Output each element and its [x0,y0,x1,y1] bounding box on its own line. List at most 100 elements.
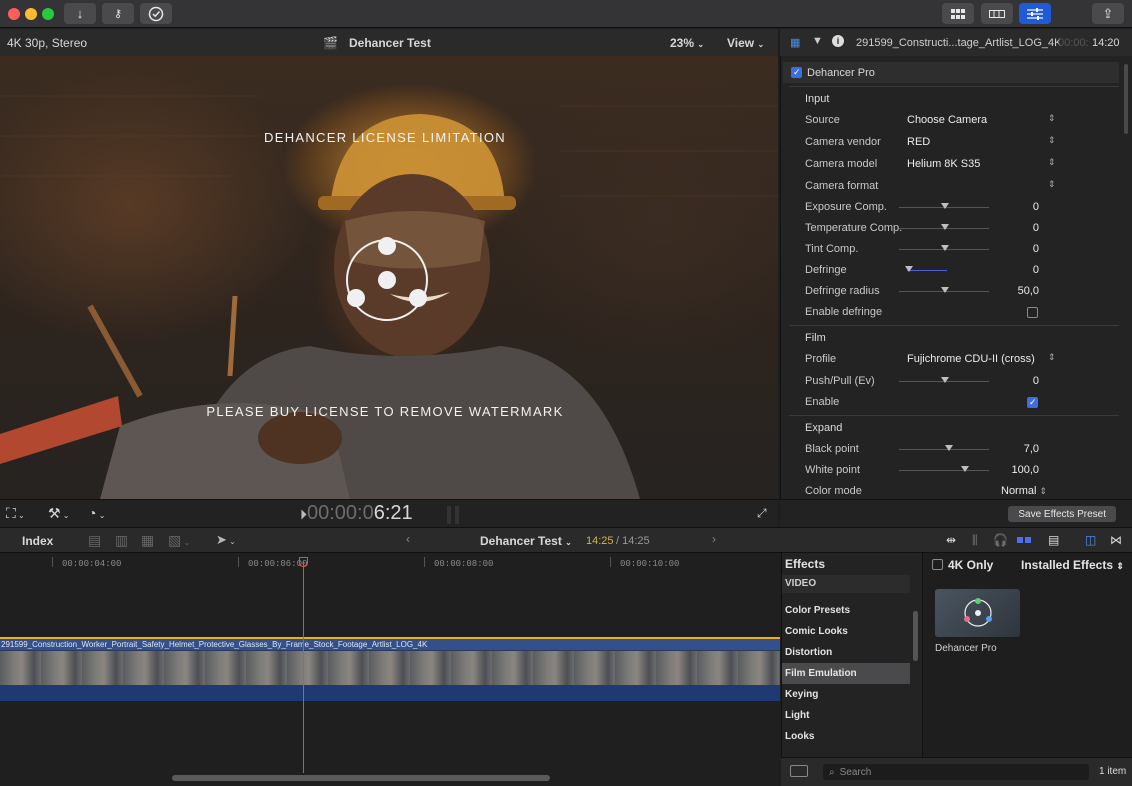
slider-knob[interactable] [945,445,953,451]
tint-value[interactable]: 0 [979,243,1039,255]
slider-knob[interactable] [905,266,913,272]
video-viewer[interactable]: DEHANCER LICENSE LIMITATION PLEASE BUY L… [0,56,778,499]
vendor-select[interactable]: RED [907,136,930,148]
4k-only-checkbox[interactable] [932,559,943,570]
effects-search-field[interactable]: ⌕ Search [823,764,1089,780]
audio-skimming-icon[interactable]: ⫼ [972,533,978,548]
effects-category-item[interactable]: Looks [782,726,910,747]
effects-category-item[interactable]: Light [782,705,910,726]
film-enable-checkbox[interactable] [1027,397,1038,408]
transform-tool-button[interactable]: ⛶ ⌄ [6,505,25,522]
connect-clip-icon[interactable]: ▤ [88,532,101,549]
effects-category-item[interactable]: Keying [782,684,910,705]
headphones-icon[interactable]: 🎧 [993,533,1008,547]
timeline-scrollbar[interactable] [172,775,550,781]
defringe-value[interactable]: 0 [979,264,1039,276]
slider-knob[interactable] [941,287,949,293]
timeline-project-dropdown[interactable]: Dehancer Test ⌄ [480,534,572,548]
exposure-slider[interactable] [899,203,989,209]
insert-clip-icon[interactable]: ▥ [115,532,128,549]
exposure-value[interactable]: 0 [979,201,1039,213]
temperature-value[interactable]: 0 [979,222,1039,234]
info-inspector-tab-icon[interactable]: i [832,35,844,47]
fullscreen-icon[interactable]: ⤢ [757,506,767,521]
zoom-dropdown[interactable]: 23% ⌄ [670,36,704,50]
solo-icon[interactable] [1017,537,1032,543]
enhance-tool-button[interactable]: ⚒ ⌄ [48,505,70,522]
source-updown-icon[interactable]: ⇕ [1048,113,1056,124]
model-updown-icon[interactable]: ⇕ [1048,157,1056,168]
installed-effects-dropdown[interactable]: Installed Effects ⇕ [1021,558,1124,572]
inspector-scrollbar[interactable] [1124,64,1128,134]
timeline[interactable]: 00:00:04:00 00:00:06:00 00:00:08:00 00:0… [0,553,780,786]
slider-knob[interactable] [941,203,949,209]
slider-knob[interactable] [941,224,949,230]
magic-wand-icon: ⚒ [48,505,61,521]
source-select[interactable]: Choose Camera [907,114,987,126]
playhead-handle[interactable] [299,557,308,567]
defringe-radius-value[interactable]: 50,0 [979,285,1039,297]
browser-toggle-button[interactable] [942,3,974,24]
viewer-header: 4K 30p, Stereo 🎬 Dehancer Test 23% ⌄ Vie… [0,29,778,56]
index-button[interactable]: Index [22,534,53,548]
timeline-clip[interactable]: 291599_Construction_Worker_Portrait_Safe… [0,637,780,701]
effects-category-item[interactable]: Color Presets [782,600,910,621]
dehancer-pro-thumbnail[interactable] [935,589,1020,637]
video-inspector-tab-icon[interactable]: ▦ [790,36,800,49]
inspector-toggle-button[interactable] [1019,3,1051,24]
effects-category-item[interactable]: Comic Looks [782,621,910,642]
history-forward-icon[interactable]: › [712,532,716,546]
close-window-button[interactable] [8,8,20,20]
background-tasks-button[interactable] [140,3,172,24]
history-back-icon[interactable]: ‹ [406,532,410,546]
effects-browser-icon[interactable]: ◫ [1085,533,1096,547]
timeline-header: Index ▤ ▥ ▦ ▧ ⌄ ➤ ⌄ ‹ Dehancer Test ⌄ 14… [0,527,1132,553]
format-updown-icon[interactable]: ⇕ [1048,179,1056,190]
temperature-slider[interactable] [899,224,989,230]
tint-slider[interactable] [899,245,989,251]
black-point-slider[interactable] [899,445,989,451]
effect-enable-checkbox[interactable] [791,67,802,78]
transitions-browser-icon[interactable]: ⋈ [1110,533,1122,547]
retime-tool-button[interactable]: ◔ ⌄ [88,505,105,521]
pushpull-slider[interactable] [899,377,989,383]
slider-knob[interactable] [941,245,949,251]
sidebar-toggle-icon[interactable] [790,765,808,777]
minimize-window-button[interactable] [25,8,37,20]
black-point-value[interactable]: 7,0 [979,443,1039,455]
profile-updown-icon[interactable]: ⇕ [1048,352,1056,363]
defringe-slider[interactable] [905,266,947,272]
share-button[interactable]: ⇪ [1092,3,1124,24]
save-effects-preset-button[interactable]: Save Effects Preset [1008,506,1116,522]
clip-appearance-icon[interactable]: ▤ [1048,533,1059,547]
color-inspector-tab-icon[interactable]: ▼ [812,35,823,47]
viewer-timecode[interactable]: ⏵00:00:06:21 [300,502,413,525]
white-point-value[interactable]: 100,0 [979,464,1039,476]
import-button[interactable]: ↓ [64,3,96,24]
playhead[interactable] [303,561,304,773]
timeline-toggle-button[interactable] [981,3,1013,24]
effects-category-item-selected[interactable]: Film Emulation [782,663,910,684]
keyword-button[interactable]: ⚷ [102,3,134,24]
effects-list-scrollbar[interactable] [913,611,918,661]
overwrite-clip-icon[interactable]: ▧ ⌄ [168,532,190,549]
effects-category-item[interactable]: Distortion [782,642,910,663]
inspector-panel: Dehancer Pro Input Source Choose Camera … [780,56,1132,499]
select-tool-icon[interactable]: ➤ ⌄ [216,532,236,548]
slider-knob[interactable] [961,466,969,472]
white-point-slider[interactable] [899,466,989,472]
enable-defringe-checkbox[interactable] [1027,307,1038,318]
ruler-tick [238,557,239,567]
input-section-title: Input [805,93,830,105]
skimming-icon[interactable]: ⇹ [946,533,956,547]
vendor-updown-icon[interactable]: ⇕ [1048,135,1056,146]
append-clip-icon[interactable]: ▦ [141,532,154,549]
model-select[interactable]: Helium 8K S35 [907,158,980,170]
pushpull-value[interactable]: 0 [979,375,1039,387]
slider-knob[interactable] [941,377,949,383]
defringe-radius-slider[interactable] [899,287,989,293]
profile-select[interactable]: Fujichrome CDU-II (cross) [907,353,1035,365]
view-dropdown[interactable]: View ⌄ [727,36,764,50]
color-mode-select[interactable]: Normal ⇕ [1001,485,1047,497]
zoom-window-button[interactable] [42,8,54,20]
